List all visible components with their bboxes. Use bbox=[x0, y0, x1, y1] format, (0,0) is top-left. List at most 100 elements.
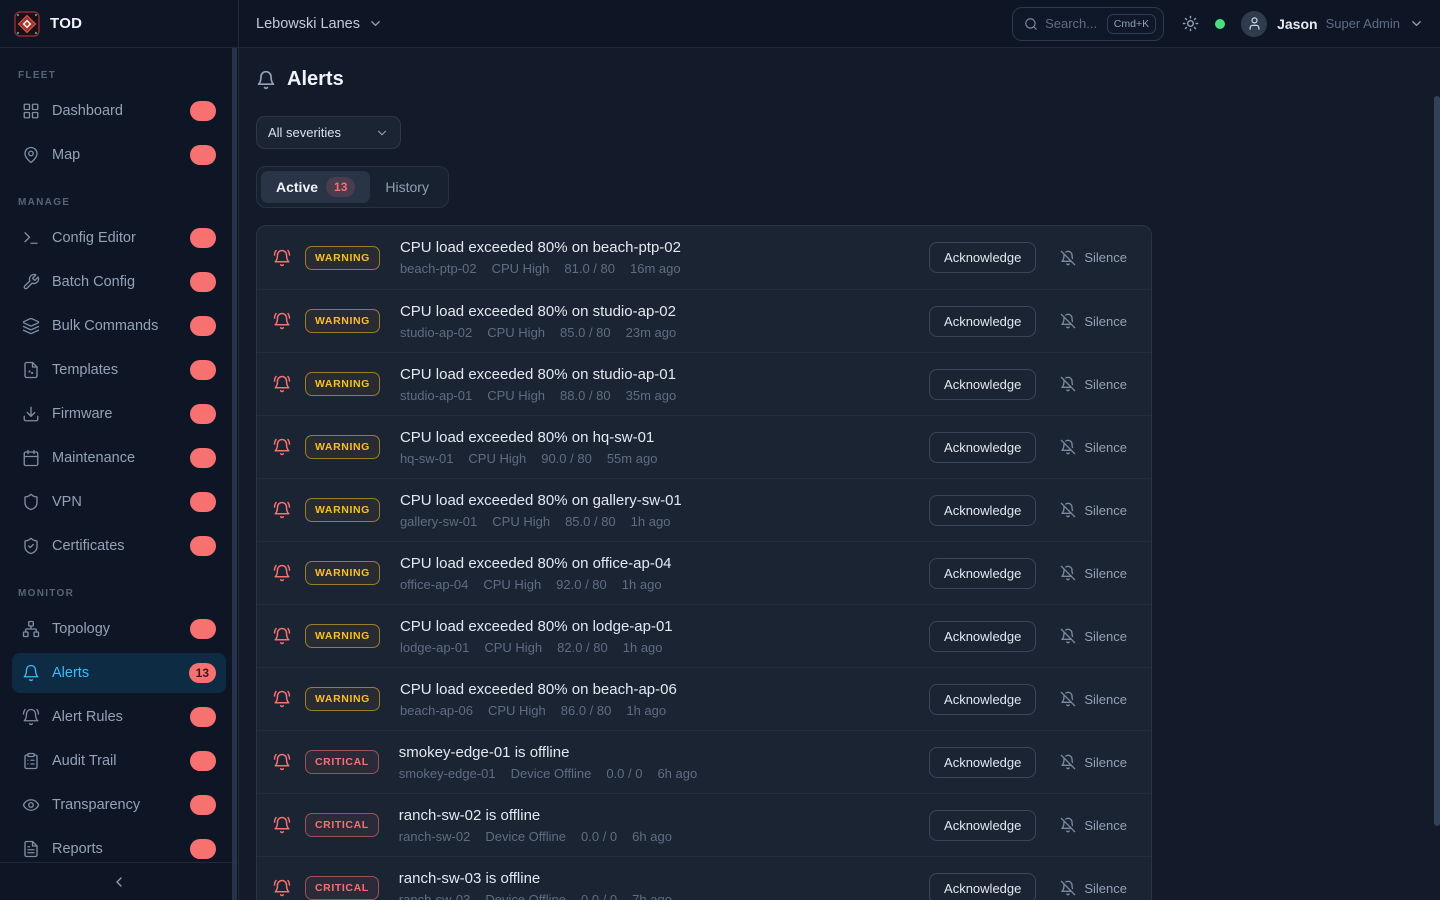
acknowledge-button[interactable]: Acknowledge bbox=[929, 242, 1036, 273]
alert-time: 35m ago bbox=[626, 388, 677, 403]
silence-button[interactable]: Silence bbox=[1060, 502, 1127, 518]
acknowledge-button[interactable]: Acknowledge bbox=[929, 873, 1036, 900]
alert-time: 16m ago bbox=[630, 261, 681, 276]
sidebar-collapse-button[interactable] bbox=[0, 862, 238, 900]
silence-label: Silence bbox=[1084, 566, 1127, 581]
alert-time: 1h ago bbox=[626, 703, 666, 718]
acknowledge-button[interactable]: Acknowledge bbox=[929, 621, 1036, 652]
acknowledge-button[interactable]: Acknowledge bbox=[929, 747, 1036, 778]
silence-button[interactable]: Silence bbox=[1060, 565, 1127, 581]
sidebar-item-topology[interactable]: Topology bbox=[12, 609, 226, 649]
alert-title: CPU load exceeded 80% on lodge-ap-01 bbox=[400, 618, 929, 635]
sidebar-item-label: Templates bbox=[52, 362, 178, 378]
alert-device: lodge-ap-01 bbox=[400, 640, 469, 655]
bell-off-icon bbox=[1060, 250, 1076, 266]
sidebar-alert-count-badge bbox=[190, 707, 216, 727]
theme-toggle-sun-icon[interactable] bbox=[1182, 15, 1199, 32]
acknowledge-button[interactable]: Acknowledge bbox=[929, 684, 1036, 715]
acknowledge-button[interactable]: Acknowledge bbox=[929, 558, 1036, 589]
bell-icon bbox=[22, 664, 40, 682]
alert-rule: CPU High bbox=[488, 703, 546, 718]
alert-title: ranch-sw-02 is offline bbox=[399, 807, 929, 824]
page-scrollbar[interactable] bbox=[1434, 96, 1440, 826]
org-switcher[interactable]: Lebowski Lanes bbox=[256, 16, 383, 32]
sidebar-item-reports[interactable]: Reports bbox=[12, 829, 226, 862]
sidebar-item-bulk-commands[interactable]: Bulk Commands bbox=[12, 306, 226, 346]
global-search[interactable]: Cmd+K bbox=[1012, 7, 1164, 41]
sidebar: TOD FLEET Dashboard Map MANAGE Config Ed… bbox=[0, 0, 239, 900]
network-icon bbox=[22, 620, 40, 638]
alert-row: CRITICAL ranch-sw-02 is offline ranch-sw… bbox=[257, 793, 1151, 856]
sidebar-item-config-editor[interactable]: Config Editor bbox=[12, 218, 226, 258]
user-menu-chevron-down-icon[interactable] bbox=[1409, 16, 1424, 31]
sidebar-item-transparency[interactable]: Transparency bbox=[12, 785, 226, 825]
sidebar-alert-count-badge bbox=[190, 839, 216, 859]
silence-button[interactable]: Silence bbox=[1060, 817, 1127, 833]
bell-ring-icon bbox=[273, 753, 291, 771]
acknowledge-button[interactable]: Acknowledge bbox=[929, 495, 1036, 526]
silence-label: Silence bbox=[1084, 377, 1127, 392]
silence-button[interactable]: Silence bbox=[1060, 313, 1127, 329]
sidebar-alert-count-badge bbox=[190, 145, 216, 165]
alert-rule: CPU High bbox=[468, 451, 526, 466]
silence-label: Silence bbox=[1084, 755, 1127, 770]
sidebar-item-vpn[interactable]: VPN bbox=[12, 482, 226, 522]
sidebar-item-label: Reports bbox=[52, 841, 178, 857]
sidebar-item-templates[interactable]: Templates bbox=[12, 350, 226, 390]
nav-section-label: MONITOR bbox=[18, 588, 220, 599]
sidebar-item-audit-trail[interactable]: Audit Trail bbox=[12, 741, 226, 781]
sidebar-alert-count-badge bbox=[190, 751, 216, 771]
alert-row: CRITICAL smokey-edge-01 is offline smoke… bbox=[257, 730, 1151, 793]
sidebar-item-map[interactable]: Map bbox=[12, 135, 226, 175]
user-name: Jason bbox=[1277, 16, 1317, 32]
search-icon bbox=[1024, 17, 1038, 31]
sidebar-alert-count-badge bbox=[190, 360, 216, 380]
sidebar-scrollbar[interactable] bbox=[232, 48, 237, 900]
silence-label: Silence bbox=[1084, 503, 1127, 518]
app-title: TOD bbox=[50, 15, 82, 32]
sidebar-item-label: Certificates bbox=[52, 538, 178, 554]
sidebar-item-label: Maintenance bbox=[52, 450, 178, 466]
alert-device: ranch-sw-03 bbox=[399, 892, 471, 900]
sidebar-alert-count-badge bbox=[190, 448, 216, 468]
sidebar-item-alert-rules[interactable]: Alert Rules bbox=[12, 697, 226, 737]
silence-button[interactable]: Silence bbox=[1060, 376, 1127, 392]
sidebar-item-certificates[interactable]: Certificates bbox=[12, 526, 226, 566]
sidebar-alert-count-badge bbox=[190, 795, 216, 815]
severity-badge: WARNING bbox=[305, 498, 380, 522]
silence-button[interactable]: Silence bbox=[1060, 628, 1127, 644]
user-avatar[interactable] bbox=[1241, 11, 1267, 37]
severity-filter-select[interactable]: All severities bbox=[256, 116, 401, 149]
alert-device: smokey-edge-01 bbox=[399, 766, 496, 781]
acknowledge-button[interactable]: Acknowledge bbox=[929, 432, 1036, 463]
silence-button[interactable]: Silence bbox=[1060, 880, 1127, 896]
alert-time: 55m ago bbox=[607, 451, 658, 466]
severity-filter-value: All severities bbox=[268, 125, 367, 140]
alert-title: CPU load exceeded 80% on beach-ptp-02 bbox=[400, 239, 929, 256]
acknowledge-button[interactable]: Acknowledge bbox=[929, 810, 1036, 841]
silence-button[interactable]: Silence bbox=[1060, 691, 1127, 707]
tab-active[interactable]: Active 13 bbox=[261, 171, 370, 203]
sidebar-item-alerts[interactable]: Alerts 13 bbox=[12, 653, 226, 693]
sidebar-item-batch-config[interactable]: Batch Config bbox=[12, 262, 226, 302]
silence-button[interactable]: Silence bbox=[1060, 754, 1127, 770]
alert-rule: Device Offline bbox=[485, 829, 566, 844]
acknowledge-button[interactable]: Acknowledge bbox=[929, 306, 1036, 337]
sidebar-item-maintenance[interactable]: Maintenance bbox=[12, 438, 226, 478]
silence-label: Silence bbox=[1084, 440, 1127, 455]
alert-rule: Device Offline bbox=[511, 766, 592, 781]
sidebar-item-firmware[interactable]: Firmware bbox=[12, 394, 226, 434]
severity-badge: WARNING bbox=[305, 435, 380, 459]
silence-button[interactable]: Silence bbox=[1060, 439, 1127, 455]
sidebar-item-dashboard[interactable]: Dashboard bbox=[12, 91, 226, 131]
silence-label: Silence bbox=[1084, 250, 1127, 265]
clipboard-icon bbox=[22, 752, 40, 770]
main-content: Alerts All severities Active 13 History … bbox=[239, 48, 1440, 900]
acknowledge-button[interactable]: Acknowledge bbox=[929, 369, 1036, 400]
topbar-right: Cmd+K Jason Super Admin bbox=[1012, 7, 1424, 41]
alert-time: 1h ago bbox=[623, 640, 663, 655]
silence-button[interactable]: Silence bbox=[1060, 250, 1127, 266]
tab-history[interactable]: History bbox=[370, 173, 444, 201]
shield-icon bbox=[22, 493, 40, 511]
search-input[interactable] bbox=[1045, 16, 1100, 31]
